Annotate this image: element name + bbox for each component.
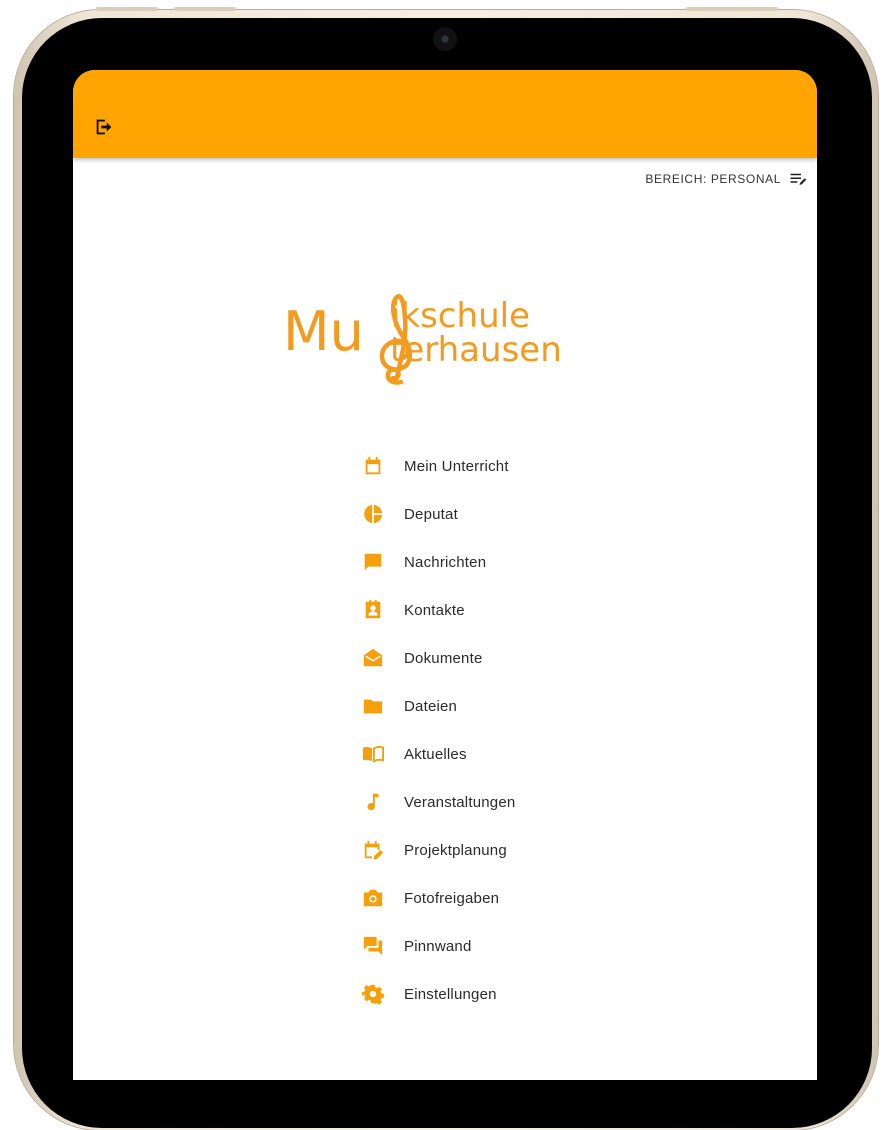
gear-icon xyxy=(362,984,384,1005)
school-logo: Mu ikschule terhausen xyxy=(273,282,613,394)
music-note-icon xyxy=(367,793,379,811)
menu-item-einstellungen[interactable]: Einstellungen xyxy=(361,970,515,1018)
power-button xyxy=(686,7,778,11)
menu-item-label: Dateien xyxy=(404,697,458,715)
envelope-open-icon xyxy=(363,648,383,667)
menu-item-label: Deputat xyxy=(404,505,458,523)
menu-item-pinnwand[interactable]: Pinnwand xyxy=(361,922,515,970)
menu-item-dokumente[interactable]: Dokumente xyxy=(361,634,515,682)
menu-item-label: Fotofreigaben xyxy=(404,889,500,907)
forum-icon xyxy=(363,936,383,956)
pie-chart-icon xyxy=(364,504,383,524)
menu-item-label: Kontakte xyxy=(404,601,465,619)
menu-item-label: Nachrichten xyxy=(404,553,487,571)
menu-item-label: Projektplanung xyxy=(404,841,507,859)
edit-list-icon xyxy=(790,173,807,185)
app-top-bar xyxy=(73,70,817,158)
book-icon xyxy=(362,746,384,764)
front-camera xyxy=(433,27,457,51)
menu-item-label: Einstellungen xyxy=(404,985,497,1003)
logo-text-mu: Mu xyxy=(283,300,364,363)
logo-text-line-bottom: terhausen xyxy=(390,330,562,370)
menu-item-label: Mein Unterricht xyxy=(404,457,509,475)
menu-item-projektplanung[interactable]: Projektplanung xyxy=(361,826,515,874)
menu-item-kontakte[interactable]: Kontakte xyxy=(361,586,515,634)
menu-item-label: Dokumente xyxy=(404,649,483,667)
logout-icon[interactable] xyxy=(93,116,115,138)
app-screen: BEREICH: PERSONAL Mu ikschule terhausen … xyxy=(73,70,817,1080)
menu-item-label: Pinnwand xyxy=(404,937,472,955)
menu-item-nachrichten[interactable]: Nachrichten xyxy=(361,538,515,586)
menu-item-label: Veranstaltungen xyxy=(404,793,516,811)
menu-item-fotofreigaben[interactable]: Fotofreigaben xyxy=(361,874,515,922)
contact-card-icon xyxy=(365,599,381,619)
volume-button xyxy=(174,7,236,11)
menu-item-aktuelles[interactable]: Aktuelles xyxy=(361,730,515,778)
volume-button xyxy=(96,7,158,11)
calendar-icon xyxy=(365,456,381,475)
folder-icon xyxy=(363,699,383,714)
menu-item-veranstaltungen[interactable]: Veranstaltungen xyxy=(361,778,515,826)
area-selector[interactable]: BEREICH: PERSONAL xyxy=(645,170,807,188)
menu-item-deputat[interactable]: Deputat xyxy=(361,490,515,538)
camera-icon xyxy=(363,889,383,907)
menu-item-dateien[interactable]: Dateien xyxy=(361,682,515,730)
area-label: BEREICH: PERSONAL xyxy=(645,172,781,186)
chat-bubble-icon xyxy=(364,553,382,571)
calendar-edit-icon xyxy=(364,840,384,860)
menu-item-mein-unterricht[interactable]: Mein Unterricht xyxy=(361,442,515,490)
menu-item-label: Aktuelles xyxy=(404,745,467,763)
main-menu: Mein Unterricht Deputat Nachrichten Kont… xyxy=(361,442,515,1018)
